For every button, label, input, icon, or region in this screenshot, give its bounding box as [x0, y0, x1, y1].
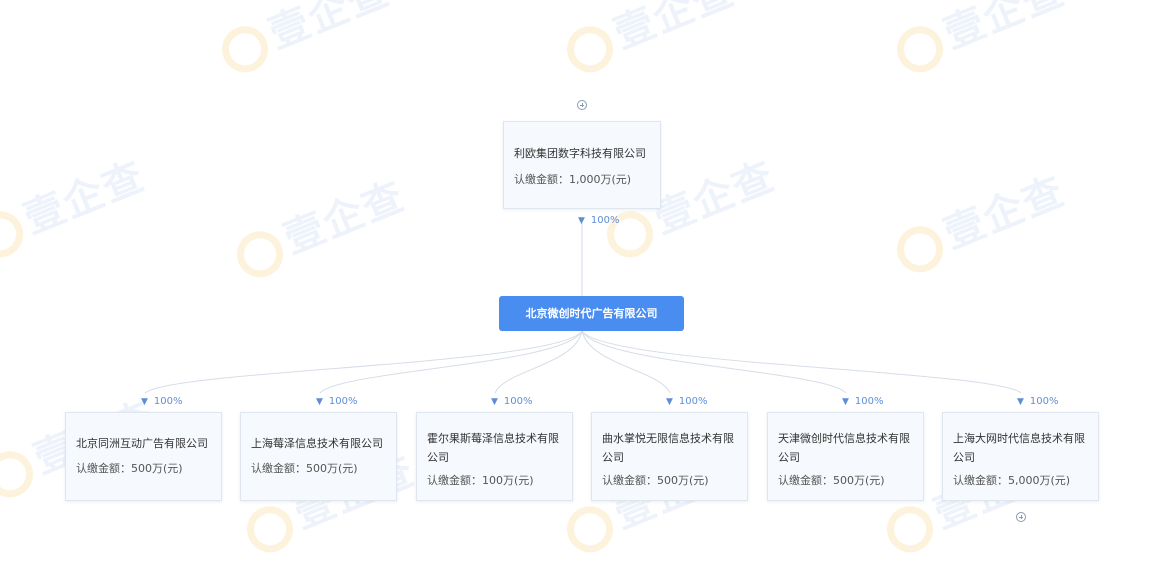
amount-label: 认缴金额： [953, 474, 1008, 487]
subsidiary-node[interactable]: 上海大网时代信息技术有限公司 认缴金额：5,000万(元) [942, 412, 1099, 501]
percent-value: 100% [153, 396, 183, 407]
company-name: 天津微创时代信息技术有限公司 [778, 432, 910, 464]
connector-child-6 [581, 330, 1022, 394]
company-name: 霍尔果斯莓泽信息技术有限公司 [427, 432, 559, 464]
subscribed-amount: 认缴金额：500万(元) [251, 459, 386, 478]
share-percent: ▼ 100% [316, 396, 358, 407]
share-percent: ▼ 100% [842, 396, 884, 407]
subscribed-amount: 认缴金额：500万(元) [778, 471, 913, 490]
arrow-down-icon: ▼ [491, 397, 498, 407]
percent-value: 100% [328, 396, 358, 407]
subsidiary-node[interactable]: 霍尔果斯莓泽信息技术有限公司 认缴金额：100万(元) [416, 412, 573, 501]
connector-child-1 [144, 330, 583, 394]
percent-value: 100% [678, 396, 708, 407]
share-percent: ▼ 100% [141, 396, 183, 407]
subscribed-amount: 认缴金额：1,000万(元) [514, 170, 650, 189]
amount-value: 1,000万(元) [569, 173, 632, 186]
amount-value: 5,000万(元) [1008, 474, 1071, 487]
connector-child-3 [494, 330, 583, 394]
company-name: 利欧集团数字科技有限公司 [514, 147, 646, 160]
subsidiary-node[interactable]: 上海莓泽信息技术有限公司 认缴金额：500万(元) [240, 412, 397, 501]
connector-child-2 [319, 330, 583, 394]
arrow-down-icon: ▼ [316, 397, 323, 407]
expand-parent-icon[interactable] [577, 100, 587, 110]
arrow-down-icon: ▼ [666, 397, 673, 407]
amount-label: 认缴金额： [778, 474, 833, 487]
expand-child-icon[interactable] [1016, 512, 1026, 522]
arrow-down-icon: ▼ [842, 397, 849, 407]
percent-value: 100% [503, 396, 533, 407]
amount-label: 认缴金额： [251, 462, 306, 475]
percent-value: 100% [590, 215, 620, 226]
arrow-down-icon: ▼ [578, 216, 585, 226]
amount-label: 认缴金额： [76, 462, 131, 475]
amount-label: 认缴金额： [602, 474, 657, 487]
share-percent: ▼ 100% [1017, 396, 1059, 407]
amount-label: 认缴金额： [514, 173, 569, 186]
subscribed-amount: 认缴金额：500万(元) [602, 471, 737, 490]
amount-value: 500万(元) [833, 474, 885, 487]
amount-value: 500万(元) [306, 462, 358, 475]
company-name: 上海莓泽信息技术有限公司 [251, 437, 383, 450]
subsidiary-node[interactable]: 北京同洲互动广告有限公司 认缴金额：500万(元) [65, 412, 222, 501]
company-name: 曲水掌悦无限信息技术有限公司 [602, 432, 734, 464]
company-name: 北京同洲互动广告有限公司 [76, 437, 208, 450]
subscribed-amount: 认缴金额：100万(元) [427, 471, 562, 490]
arrow-down-icon: ▼ [141, 397, 148, 407]
subscribed-amount: 认缴金额：500万(元) [76, 459, 211, 478]
company-name: 上海大网时代信息技术有限公司 [953, 432, 1085, 464]
arrow-down-icon: ▼ [1017, 397, 1024, 407]
subsidiary-node[interactable]: 曲水掌悦无限信息技术有限公司 认缴金额：500万(元) [591, 412, 748, 501]
share-percent: ▼ 100% [666, 396, 708, 407]
amount-value: 500万(元) [657, 474, 709, 487]
amount-value: 100万(元) [482, 474, 534, 487]
amount-label: 认缴金额： [427, 474, 482, 487]
subscribed-amount: 认缴金额：5,000万(元) [953, 471, 1088, 490]
connector-child-5 [581, 330, 847, 394]
subsidiary-node[interactable]: 天津微创时代信息技术有限公司 认缴金额：500万(元) [767, 412, 924, 501]
share-percent: ▼ 100% [578, 215, 620, 226]
equity-tree-diagram: 壹企查 壹企查 壹企查 壹企查 壹企查 壹企查 壹企查 壹企查 壹企查 壹企查 … [0, 0, 1174, 565]
share-percent: ▼ 100% [491, 396, 533, 407]
percent-value: 100% [1029, 396, 1059, 407]
connector-child-4 [581, 330, 671, 394]
parent-company-node[interactable]: 利欧集团数字科技有限公司 认缴金额：1,000万(元) [503, 121, 661, 209]
amount-value: 500万(元) [131, 462, 183, 475]
percent-value: 100% [854, 396, 884, 407]
focal-company-node[interactable]: 北京微创时代广告有限公司 [499, 296, 684, 331]
